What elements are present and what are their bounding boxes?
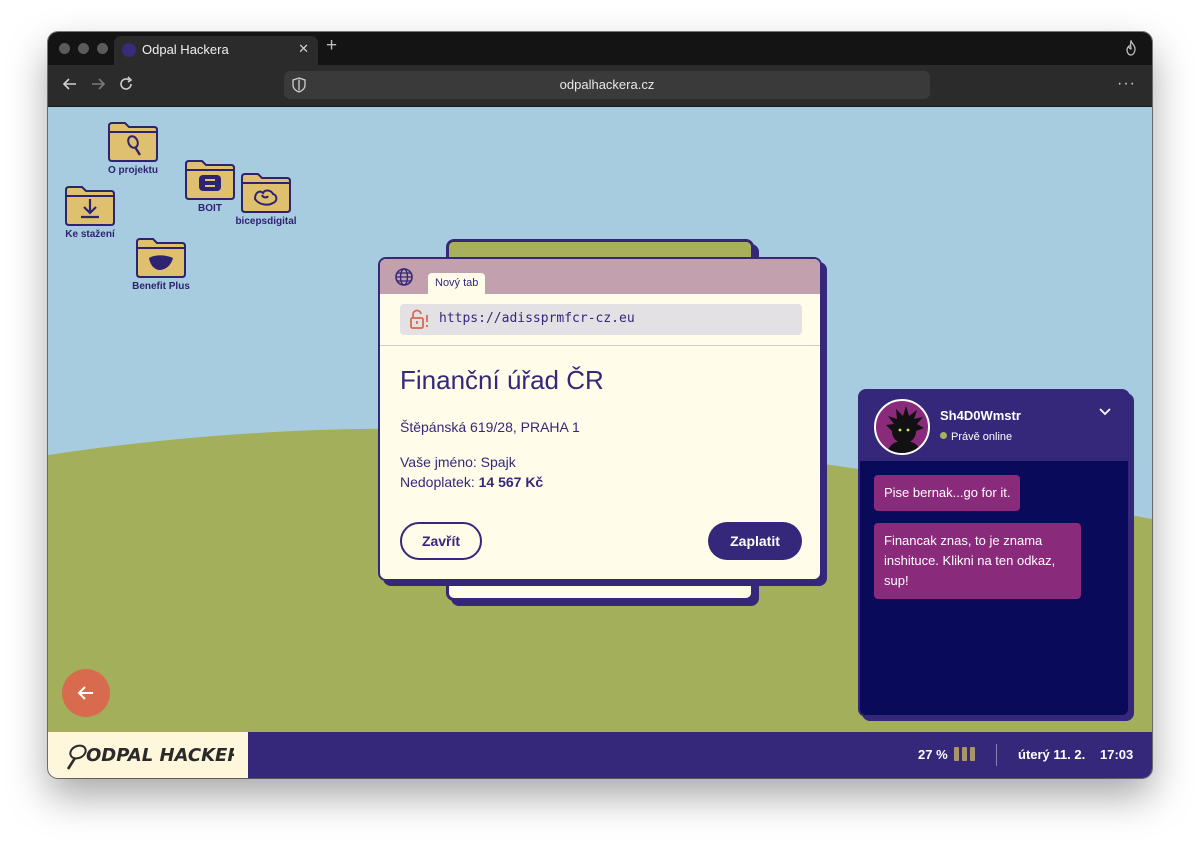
forward-arrow-icon[interactable] [90, 76, 106, 92]
odpal-hackera-logo[interactable]: ODPAL HACKERA [66, 741, 234, 771]
popup-address-bar[interactable]: https://adissprmfcr-cz.eu [400, 304, 802, 335]
desktop-icon-ke-stazeni[interactable]: Ke stažení [50, 184, 130, 240]
battery-bar [970, 747, 975, 761]
logo-area: ODPAL HACKERA [48, 732, 248, 778]
tab-title: Odpal Hackera [142, 42, 229, 57]
chat-message: Pise bernak...go for it. [874, 475, 1021, 511]
browser-tab[interactable]: Odpal Hackera ✕ [114, 36, 318, 65]
unlocked-warning-icon [410, 309, 428, 329]
window-controls [59, 43, 108, 54]
more-menu-icon[interactable]: ··· [1117, 75, 1136, 93]
close-button[interactable]: Zavřít [400, 522, 482, 560]
desktop-icon-o-projektu[interactable]: O projektu [93, 120, 173, 176]
navigation-bar: odpalhackera.cz ··· [48, 65, 1152, 107]
hacker-avatar-icon [886, 406, 924, 453]
globe-icon [395, 268, 413, 286]
battery-percentage: 27 % [918, 747, 948, 762]
chat-window: Sh4D0Wmstr Právě online Pise bernak...go… [858, 389, 1130, 717]
favicon-icon [122, 43, 136, 57]
new-tab-icon[interactable]: + [326, 35, 337, 57]
chat-message: Financak znas, to je znama inshituce. Kl… [874, 523, 1081, 599]
download-icon [65, 186, 115, 226]
reload-icon[interactable] [118, 76, 134, 92]
desktop-icon-label: O projektu [107, 165, 158, 176]
window-close-dot[interactable] [59, 43, 70, 54]
popup-tab[interactable]: Nový tab [428, 273, 486, 294]
desktop-icon-label: bicepsdigital [235, 216, 297, 227]
address-bar-text: odpalhackera.cz [559, 77, 655, 92]
desktop-icon-bicepsdigital[interactable]: bicepsdigital [226, 171, 306, 227]
chat-status-text: Právě online [951, 431, 1013, 443]
popup-url-text: https://adissprmfcr-cz.eu [439, 311, 635, 326]
logo-text: ODPAL HACKERA [86, 745, 234, 766]
arrow-left-icon [77, 686, 93, 700]
desktop: O projektu BOIT bicepsdigital Ke stažení… [48, 107, 1152, 732]
chat-header: Sh4D0Wmstr Právě online [860, 391, 1128, 461]
back-arrow-icon[interactable] [62, 76, 78, 92]
desktop-icon-benefit-plus[interactable]: Benefit Plus [121, 236, 201, 292]
taskbar: ODPAL HACKERA 27 % úterý 11. 2. 17:03 [48, 732, 1152, 778]
popup-debt-line: Nedoplatek: 14 567 Kč [400, 474, 543, 490]
battery-icon [954, 747, 975, 761]
popup-divider [380, 345, 820, 346]
window-zoom-dot[interactable] [97, 43, 108, 54]
taskbar-separator [996, 744, 997, 766]
debt-label: Nedoplatek: [400, 474, 475, 490]
desktop-icon-label: Benefit Plus [132, 281, 190, 292]
biceps-icon [241, 173, 291, 213]
battery-bar [962, 747, 967, 761]
popup-title: Finanční úřad ČR [400, 365, 604, 395]
window-minimize-dot[interactable] [78, 43, 89, 54]
popup-address: Štěpánská 619/28, PRAHA 1 [400, 419, 580, 435]
online-status-dot [940, 432, 947, 439]
debt-value: 14 567 Kč [478, 474, 544, 490]
racket-icon [108, 122, 158, 162]
desktop-icon-label: Ke stažení [65, 229, 115, 240]
chat-username: Sh4D0Wmstr [940, 408, 1021, 423]
flame-icon[interactable] [1124, 40, 1138, 56]
address-bar[interactable]: odpalhackera.cz [284, 71, 930, 99]
chevron-down-icon[interactable] [1098, 407, 1112, 417]
popup-name-line: Vaše jméno: Spajk [400, 454, 516, 470]
tab-bar: Odpal Hackera ✕ + [48, 32, 1152, 65]
avatar [874, 399, 930, 455]
phishing-popup-window: Nový tab https://adissprmfcr-cz.eu Finan… [378, 257, 822, 581]
chat-status: Právě online [940, 431, 1012, 443]
pay-button[interactable]: Zaplatit [708, 522, 802, 560]
taskbar-time: 17:03 [1100, 747, 1134, 762]
tab-close-icon[interactable]: ✕ [298, 41, 309, 57]
back-button[interactable] [62, 669, 110, 717]
benefit-plus-icon [136, 238, 186, 278]
battery-bar [954, 747, 959, 761]
popup-header: Nový tab [380, 259, 820, 294]
taskbar-date: úterý 11. 2. [1018, 747, 1086, 762]
browser-window: Odpal Hackera ✕ + odpalhackera.cz ··· O … [48, 32, 1152, 778]
